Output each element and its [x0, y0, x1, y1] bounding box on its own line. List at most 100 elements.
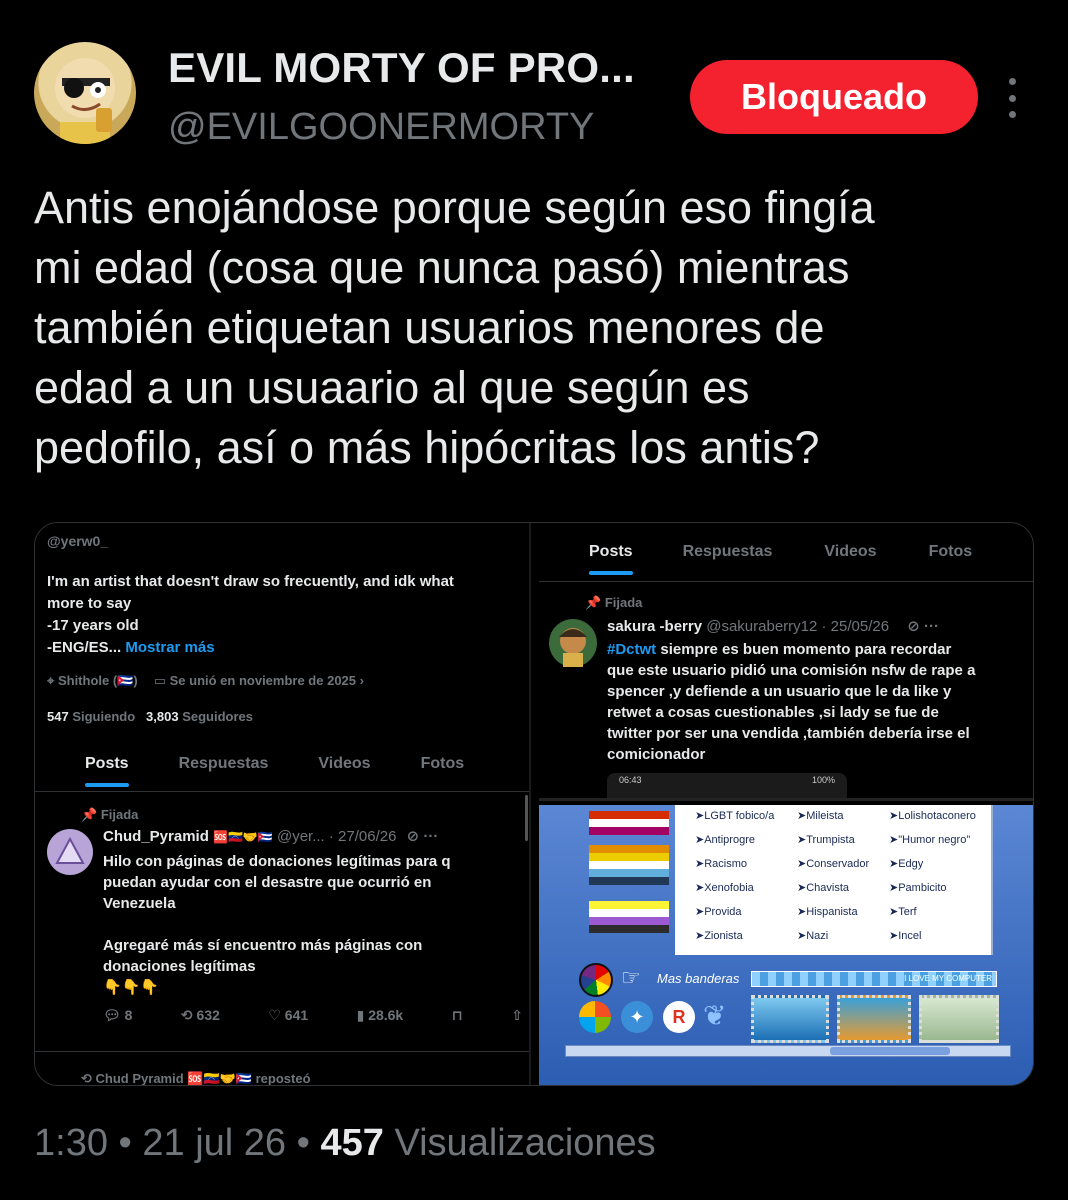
list-item: ➤Chavista — [797, 882, 850, 894]
tab-respuestas[interactable]: Respuestas — [179, 755, 269, 773]
dolphin-thumbnail[interactable] — [751, 995, 829, 1043]
show-more-link[interactable]: Mostrar más — [125, 639, 214, 656]
bio-line: I'm an artist that doesn't draw so frecu… — [47, 573, 454, 590]
tab-respuestas[interactable]: Respuestas — [683, 543, 773, 561]
profile-meta: ⌖ Shithole (🇨🇺) ▭ Se unió en noviembre d… — [47, 673, 364, 688]
tweet-line: Antis enojándose porque según eso fingía — [34, 182, 875, 233]
tab-posts[interactable]: Posts — [85, 755, 129, 787]
media-grid[interactable]: @yerw0_ I'm an artist that doesn't draw … — [34, 522, 1034, 1086]
repost-line: Chud Pyramid 🆘🇻🇪🤝🇨🇺 reposteó — [95, 1071, 311, 1086]
list-item: ➤Mileista — [797, 810, 844, 822]
scrollbar-thumb[interactable] — [830, 1047, 950, 1055]
profile-tabs: Posts Respuestas Videos Fotos — [85, 755, 465, 787]
post-avatar[interactable] — [47, 829, 93, 875]
screenshot-handle: @yerw0_ — [47, 533, 109, 549]
post-body: #Dctwt siempre es buen momento para reco… — [607, 639, 1031, 765]
avatar[interactable] — [34, 42, 136, 144]
horizontal-scrollbar[interactable] — [565, 1045, 1011, 1057]
reply-button[interactable]: 💬︎ 8 — [103, 1007, 132, 1024]
reply-icon: 💬︎ — [103, 1007, 121, 1023]
bio-line: -17 years old — [47, 617, 139, 634]
post-line: Hilo con páginas de donaciones legítimas… — [103, 853, 451, 870]
label-list: ➤LGBT fobico/a ➤Antiprogre ➤Racismo ➤Xen… — [675, 805, 993, 955]
media-image-profile[interactable]: @yerw0_ I'm an artist that doesn't draw … — [35, 523, 531, 1086]
media-image-flags[interactable]: ➤LGBT fobico/a ➤Antiprogre ➤Racismo ➤Xen… — [539, 805, 1033, 1085]
marquee-banner: I LOVE MY COMPUTER — [751, 971, 997, 987]
tweet-text: Antis enojándose porque según eso fingía… — [34, 178, 1034, 478]
views-button[interactable]: ▮ 28.6k — [357, 1007, 404, 1024]
post-more-icon[interactable]: ··· — [423, 828, 438, 845]
tab-posts[interactable]: Posts — [589, 543, 633, 575]
list-item: ➤Lolishotaconero — [889, 810, 976, 822]
tab-videos[interactable]: Videos — [318, 755, 370, 773]
tweet-line: pedofilo, así o más hipócritas los antis… — [34, 422, 820, 473]
list-item: ➤Incel — [889, 930, 922, 942]
pointing-hand-icon: ☞ — [621, 965, 641, 990]
list-item: ➤Edgy — [889, 858, 924, 870]
pinned-indicator: 📌 Fijada — [585, 595, 643, 610]
like-count: 641 — [284, 1007, 309, 1023]
views-count: 457 — [320, 1122, 384, 1164]
twitter-bird-icon[interactable]: ✦ — [621, 1001, 653, 1033]
bookmark-icon[interactable]: ⊓ — [452, 1007, 463, 1024]
tab-fotos[interactable]: Fotos — [929, 543, 973, 561]
repost-button[interactable]: ⟲ 632 — [181, 1007, 220, 1024]
calendar-icon: ▭ — [153, 673, 166, 688]
post-avatar[interactable] — [549, 619, 597, 667]
tab-fotos[interactable]: Fotos — [421, 755, 465, 773]
flag-aroace — [589, 845, 669, 885]
list-item: ➤Xenofobia — [695, 882, 754, 894]
roblox-icon[interactable]: R — [663, 1001, 695, 1033]
more-options-icon[interactable] — [1000, 78, 1024, 118]
desktop-thumbnail[interactable] — [919, 995, 999, 1043]
tweet-meta: 1:30 • 21 jul 26 • 457 Visualizaciones — [34, 1122, 656, 1164]
flag-nonbinary — [589, 901, 669, 933]
post-actions: 💬︎ 8 ⟲ 632 ♡ 641 ▮ 28.6k ⊓ ⇧ — [103, 1007, 523, 1024]
post-more-icon[interactable]: ··· — [924, 618, 939, 635]
like-button[interactable]: ♡ 641 — [268, 1007, 308, 1024]
repost-count: 632 — [196, 1007, 220, 1023]
tweet-line: mi edad (cosa que nunca pasó) mientras — [34, 242, 850, 293]
user-handle[interactable]: @EVILGOONERMORTY — [168, 106, 594, 149]
follow-stats: 547 Siguiendo 3,803 Seguidores — [47, 709, 253, 724]
tweet-time[interactable]: 1:30 — [34, 1122, 108, 1164]
reef-thumbnail[interactable] — [837, 995, 911, 1043]
list-item: ➤Pambicito — [889, 882, 947, 894]
list-item: ➤Zionista — [695, 930, 743, 942]
tweet-date[interactable]: 21 jul 26 — [142, 1122, 286, 1164]
hashtag-link[interactable]: #Dctwt — [607, 641, 656, 658]
divider — [35, 1051, 529, 1052]
post-author[interactable]: sakura -berry — [607, 618, 702, 635]
embedded-phone-screenshot[interactable]: 06:43 100% — [607, 773, 847, 798]
blocked-button[interactable]: Bloqueado — [690, 60, 978, 134]
profile-tabs: Posts Respuestas Videos Fotos — [589, 543, 973, 575]
display-name[interactable]: EVIL MORTY OF PRO... — [168, 44, 635, 92]
grok-icon[interactable]: ⊘ — [907, 618, 920, 635]
butterfly-icon[interactable]: ❦ — [703, 999, 726, 1032]
post-handle-date: @yer... · 27/06/26 — [276, 828, 397, 845]
post-line: puedan ayudar con el desastre que ocurri… — [103, 874, 432, 891]
followers-count: 3,803 — [146, 709, 179, 724]
views-label[interactable]: Visualizaciones — [394, 1122, 655, 1164]
post-author[interactable]: Chud_Pyramid — [103, 828, 209, 845]
post-line: Venezuela — [103, 895, 176, 912]
share-icon[interactable]: ⇧ — [511, 1007, 523, 1024]
windows-logo-icon[interactable] — [579, 1001, 611, 1033]
list-item: ➤"Humor negro" — [889, 834, 971, 846]
following-label[interactable]: Siguiendo — [72, 709, 135, 724]
grok-icon[interactable]: ⊘ — [407, 828, 420, 845]
following-count: 547 — [47, 709, 69, 724]
divider — [35, 791, 529, 792]
post-line: Agregaré más sí encuentro más páginas co… — [103, 937, 423, 954]
tweet-line: también etiquetan usuarios menores de — [34, 302, 825, 353]
scrollbar[interactable] — [525, 795, 528, 841]
list-item: ➤Antiprogre — [695, 834, 755, 846]
more-flags-link[interactable]: Mas banderas — [657, 971, 739, 986]
list-item: ➤Provida — [695, 906, 742, 918]
pinned-indicator: 📌 Fijada — [81, 807, 139, 822]
post-line: twitter por ser una vendida ,también deb… — [607, 725, 970, 742]
followers-label[interactable]: Seguidores — [182, 709, 253, 724]
tab-videos[interactable]: Videos — [824, 543, 876, 561]
media-image-post[interactable]: Posts Respuestas Videos Fotos 📌 Fijada s… — [539, 523, 1033, 801]
pride-flag-icon[interactable] — [579, 963, 613, 997]
